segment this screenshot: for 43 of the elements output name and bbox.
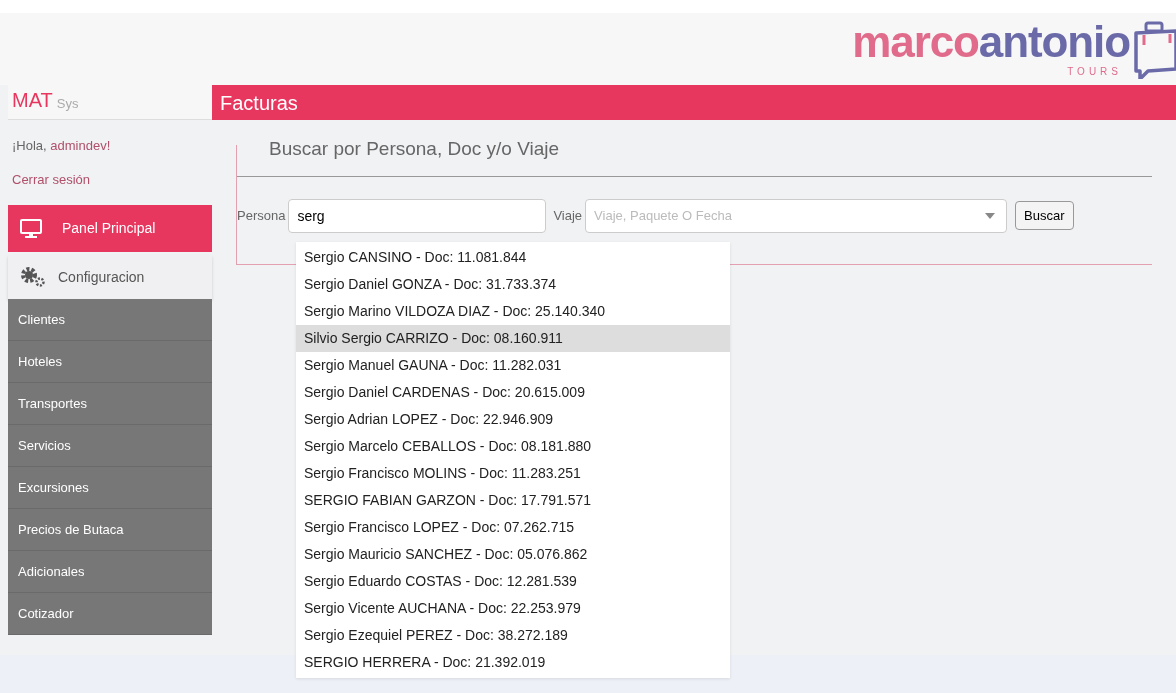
username-link[interactable]: admindev! <box>50 136 111 156</box>
search-button[interactable]: Buscar <box>1015 201 1074 230</box>
brand-name: MAT <box>12 88 53 113</box>
suggestion-item[interactable]: Silvio Sergio CARRIZO - Doc: 08.160.911 <box>296 325 730 352</box>
persona-label: Persona <box>237 206 286 225</box>
suggestion-item[interactable]: Sergio Francisco MOLINS - Doc: 11.283.251 <box>296 460 730 487</box>
viaje-select[interactable]: Viaje, Paquete O Fecha <box>585 198 1008 233</box>
monitor-icon <box>20 218 42 239</box>
sidebar-item[interactable]: Servicios <box>8 425 212 467</box>
sidebar-item[interactable]: Hoteles <box>8 341 212 383</box>
sidebar-item[interactable]: Panel Principal <box>8 205 212 252</box>
brand-suffix: Sys <box>56 94 79 113</box>
suggestion-item[interactable]: Sergio Manuel GAUNA - Doc: 11.282.031 <box>296 352 730 379</box>
sidebar-item[interactable]: Precios de Butaca <box>8 509 212 551</box>
suggestion-item[interactable]: Sergio Francisco LOPEZ - Doc: 07.262.715 <box>296 514 730 541</box>
suggestion-item[interactable]: Sergio CANSINO - Doc: 11.081.844 <box>296 244 730 271</box>
suggestion-item[interactable]: Sergio Adrian LOPEZ - Doc: 22.946.909 <box>296 406 730 433</box>
suggestion-item[interactable]: Sergio Daniel CARDENAS - Doc: 20.615.009 <box>296 379 730 406</box>
sidebar-item[interactable]: Transportes <box>8 383 212 425</box>
sidebar-item[interactable]: Adicionales <box>8 551 212 593</box>
suggestion-item[interactable]: Sergio Daniel GONZA - Doc: 31.733.374 <box>296 271 730 298</box>
logo-text: marco <box>852 19 979 64</box>
logo-text: antonio <box>978 19 1130 64</box>
sidebar-item[interactable]: Clientes <box>8 299 212 341</box>
persona-input[interactable]: serg <box>288 198 547 233</box>
logo-tagline: TOURS <box>1067 64 1122 79</box>
greeting-text: ¡Hola, <box>12 137 48 155</box>
suggestion-item[interactable]: Sergio Eduardo COSTAS - Doc: 12.281.539 <box>296 568 730 595</box>
page-header: Facturas <box>212 85 1176 120</box>
gears-icon <box>20 266 46 288</box>
suggestion-item[interactable]: Sergio Ezequiel PEREZ - Doc: 38.272.189 <box>296 622 730 649</box>
suggestion-item[interactable]: Sergio Mauricio SANCHEZ - Doc: 05.076.862 <box>296 541 730 568</box>
suggestion-item[interactable]: Sergio Vicente AUCHANA - Doc: 22.253.979 <box>296 595 730 622</box>
suggestion-item[interactable]: SERGIO FABIAN GARZON - Doc: 17.791.571 <box>296 487 730 514</box>
viaje-label: Viaje <box>553 206 583 225</box>
suggestion-item[interactable]: Sergio Marcelo CEBALLOS - Doc: 08.181.880 <box>296 433 730 460</box>
logout-link[interactable]: Cerrar sesión <box>12 169 208 189</box>
sidebar-item[interactable]: Excursiones <box>8 467 212 509</box>
caret-icon <box>985 212 996 219</box>
suggestion-item[interactable]: Sergio Marino VILDOZA DIAZ - Doc: 25.140.340 <box>296 298 730 325</box>
sidebar-item[interactable]: Cotizador <box>8 593 212 635</box>
sidebar-item[interactable]: Configuracion <box>8 255 212 299</box>
suggestion-item[interactable]: SERGIO HERRERA - Doc: 21.392.019 <box>296 649 730 676</box>
